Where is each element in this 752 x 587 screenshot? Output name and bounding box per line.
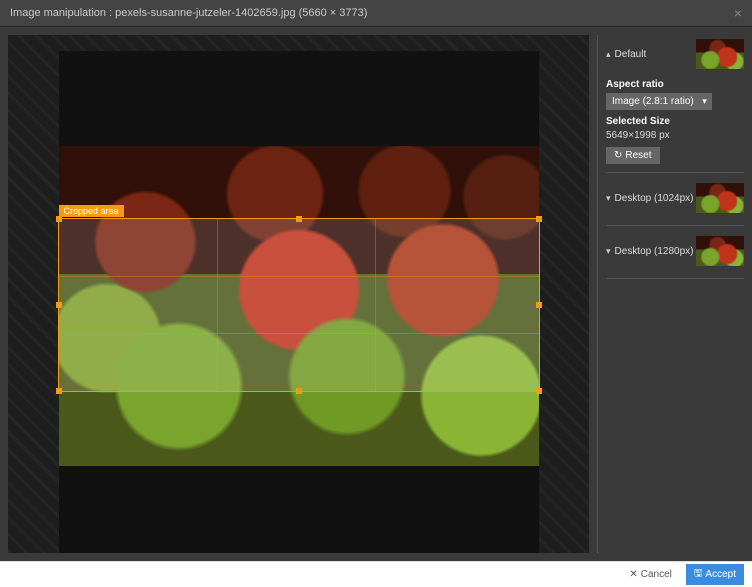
panel-divider [597, 35, 598, 553]
variant-default: ▴ Default Aspect ratio Image (2.8:1 rati… [606, 35, 744, 173]
crop-handle-bottom-center[interactable] [296, 388, 302, 394]
variant-desktop-1280-header[interactable]: ▾ Desktop (1280px) [606, 232, 744, 270]
variant-desktop-1280-title: Desktop (1280px) [615, 246, 694, 257]
close-icon: ✕ [629, 569, 637, 580]
image-canvas: Cropped area [59, 51, 539, 553]
variant-desktop-1024-title: Desktop (1024px) [615, 193, 694, 204]
variant-default-thumb [696, 39, 744, 69]
accept-button[interactable]: 🖫 Accept [686, 564, 744, 585]
crop-area[interactable]: Cropped area [59, 219, 539, 391]
variant-desktop-1024-header[interactable]: ▾ Desktop (1024px) [606, 179, 744, 217]
crop-handle-bottom-right[interactable] [536, 388, 542, 394]
crop-handle-bottom-left[interactable] [56, 388, 62, 394]
cancel-button[interactable]: ✕ Cancel [621, 567, 680, 582]
modal-title: Image manipulation : pexels-susanne-jutz… [10, 7, 367, 19]
reset-button[interactable]: ↻ Reset [606, 147, 660, 164]
save-icon: 🖫 [694, 566, 703, 583]
variant-desktop-1024-thumb [696, 183, 744, 213]
variant-default-title: Default [615, 49, 647, 60]
aspect-ratio-select[interactable]: Image (2.8:1 ratio) [606, 93, 712, 110]
side-panel: ▴ Default Aspect ratio Image (2.8:1 rati… [606, 35, 744, 553]
crop-handle-top-left[interactable] [56, 216, 62, 222]
chevron-down-icon: ▾ [606, 246, 611, 257]
selected-size-value: 5649×1998 px [606, 130, 744, 141]
crop-handle-top-center[interactable] [296, 216, 302, 222]
aspect-ratio-label: Aspect ratio [606, 79, 744, 90]
crop-handle-top-right[interactable] [536, 216, 542, 222]
modal-header: Image manipulation : pexels-susanne-jutz… [0, 0, 752, 27]
chevron-up-icon: ▴ [606, 49, 611, 60]
crop-handle-middle-right[interactable] [536, 302, 542, 308]
chevron-down-icon: ▾ [606, 193, 611, 204]
modal-body: Cropped area ▴ Default [0, 27, 752, 561]
variant-default-header[interactable]: ▴ Default [606, 35, 744, 73]
selected-size-label: Selected Size [606, 116, 744, 127]
modal-footer: ✕ Cancel 🖫 Accept [0, 561, 752, 587]
reset-icon: ↻ [614, 150, 622, 161]
variant-desktop-1280: ▾ Desktop (1280px) [606, 232, 744, 279]
variant-desktop-1280-thumb [696, 236, 744, 266]
image-panel: Cropped area [8, 35, 589, 553]
crop-label: Cropped area [59, 205, 124, 217]
variant-desktop-1024: ▾ Desktop (1024px) [606, 179, 744, 226]
crop-handle-middle-left[interactable] [56, 302, 62, 308]
close-button[interactable]: × [734, 6, 742, 20]
